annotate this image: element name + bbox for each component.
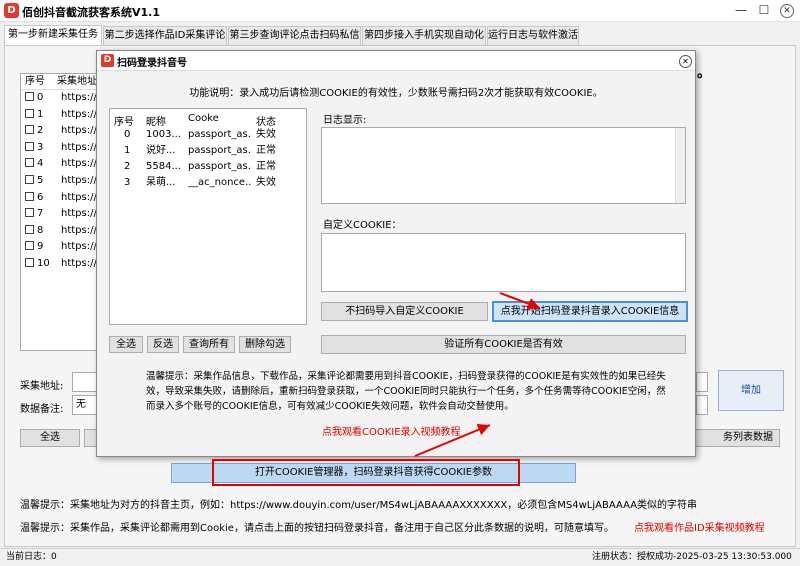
arrow-to-scan-button: [499, 292, 541, 310]
arrow-to-video-link: [414, 424, 491, 457]
annotation-arrows: [414, 292, 541, 457]
